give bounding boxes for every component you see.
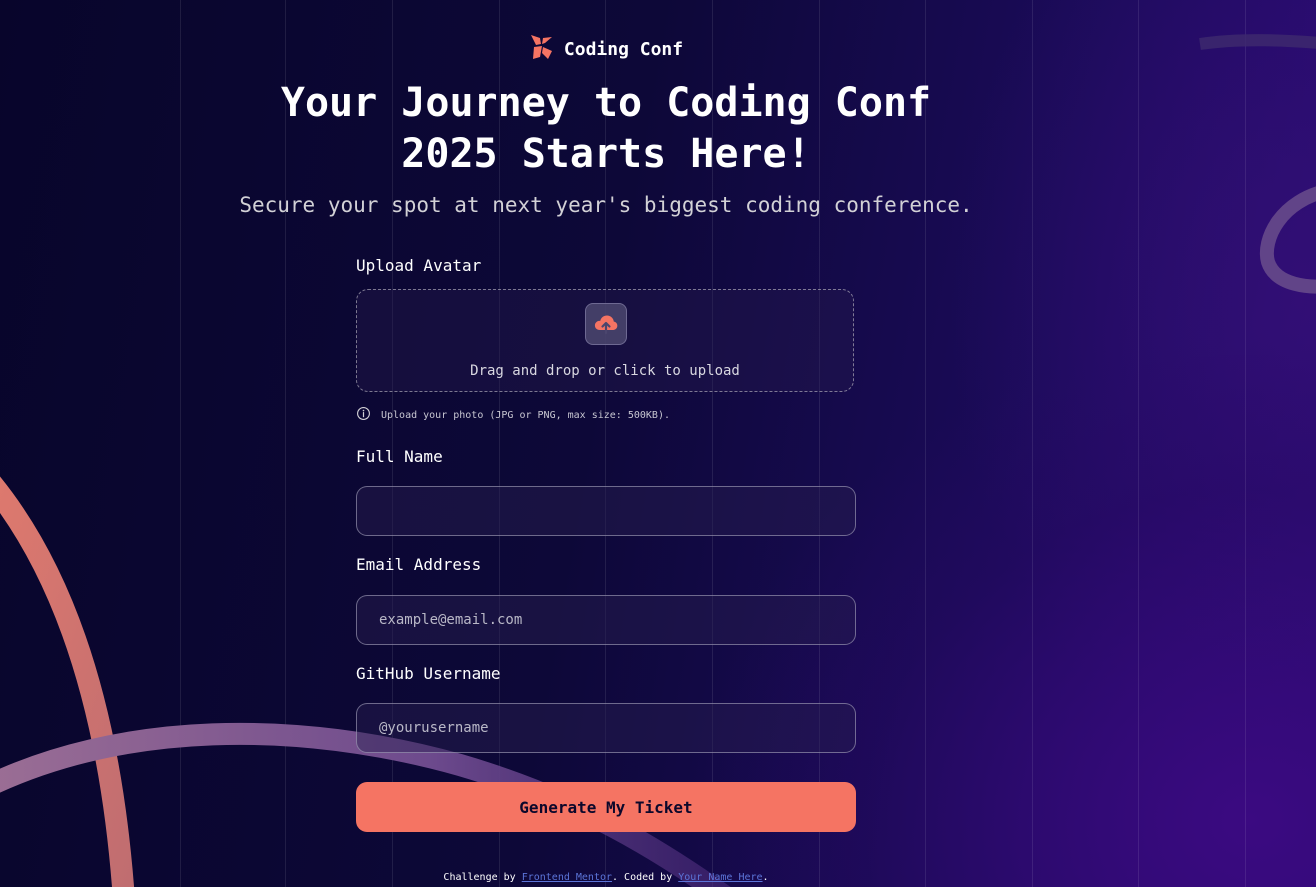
full-name-label: Full Name [356,447,443,466]
info-icon [356,406,371,425]
page-content: Coding Conf Your Journey to Coding Conf … [0,0,1316,887]
upload-hint-text: Upload your photo (JPG or PNG, max size:… [381,410,670,421]
upload-hint: Upload your photo (JPG or PNG, max size:… [356,406,670,425]
attribution-suffix: . [762,872,769,883]
upload-avatar-label: Upload Avatar [356,256,482,275]
attribution-middle: . Coded by [612,872,679,883]
page-subtitle: Secure your spot at next year's biggest … [239,193,973,217]
brand-name: Coding Conf [563,38,684,60]
cloud-upload-icon [585,303,627,345]
author-link[interactable]: Your Name Here [678,872,762,883]
avatar-dropzone[interactable]: Drag and drop or click to upload [356,289,854,392]
attribution-footer: Challenge by Frontend Mentor. Coded by Y… [0,872,1212,883]
brand-header: Coding Conf [0,34,1212,64]
github-username-label: GitHub Username [356,664,501,683]
generate-ticket-button[interactable]: Generate My Ticket [356,782,856,832]
attribution-prefix: Challenge by [443,872,522,883]
email-address-label: Email Address [356,555,482,574]
page-title: Your Journey to Coding Conf 2025 Starts … [280,80,932,177]
coding-conf-logo-icon [529,34,554,64]
frontend-mentor-link[interactable]: Frontend Mentor [522,872,612,883]
email-input[interactable] [356,595,856,645]
full-name-input[interactable] [356,486,856,536]
dropzone-instruction: Drag and drop or click to upload [470,363,740,379]
github-username-input[interactable] [356,703,856,753]
